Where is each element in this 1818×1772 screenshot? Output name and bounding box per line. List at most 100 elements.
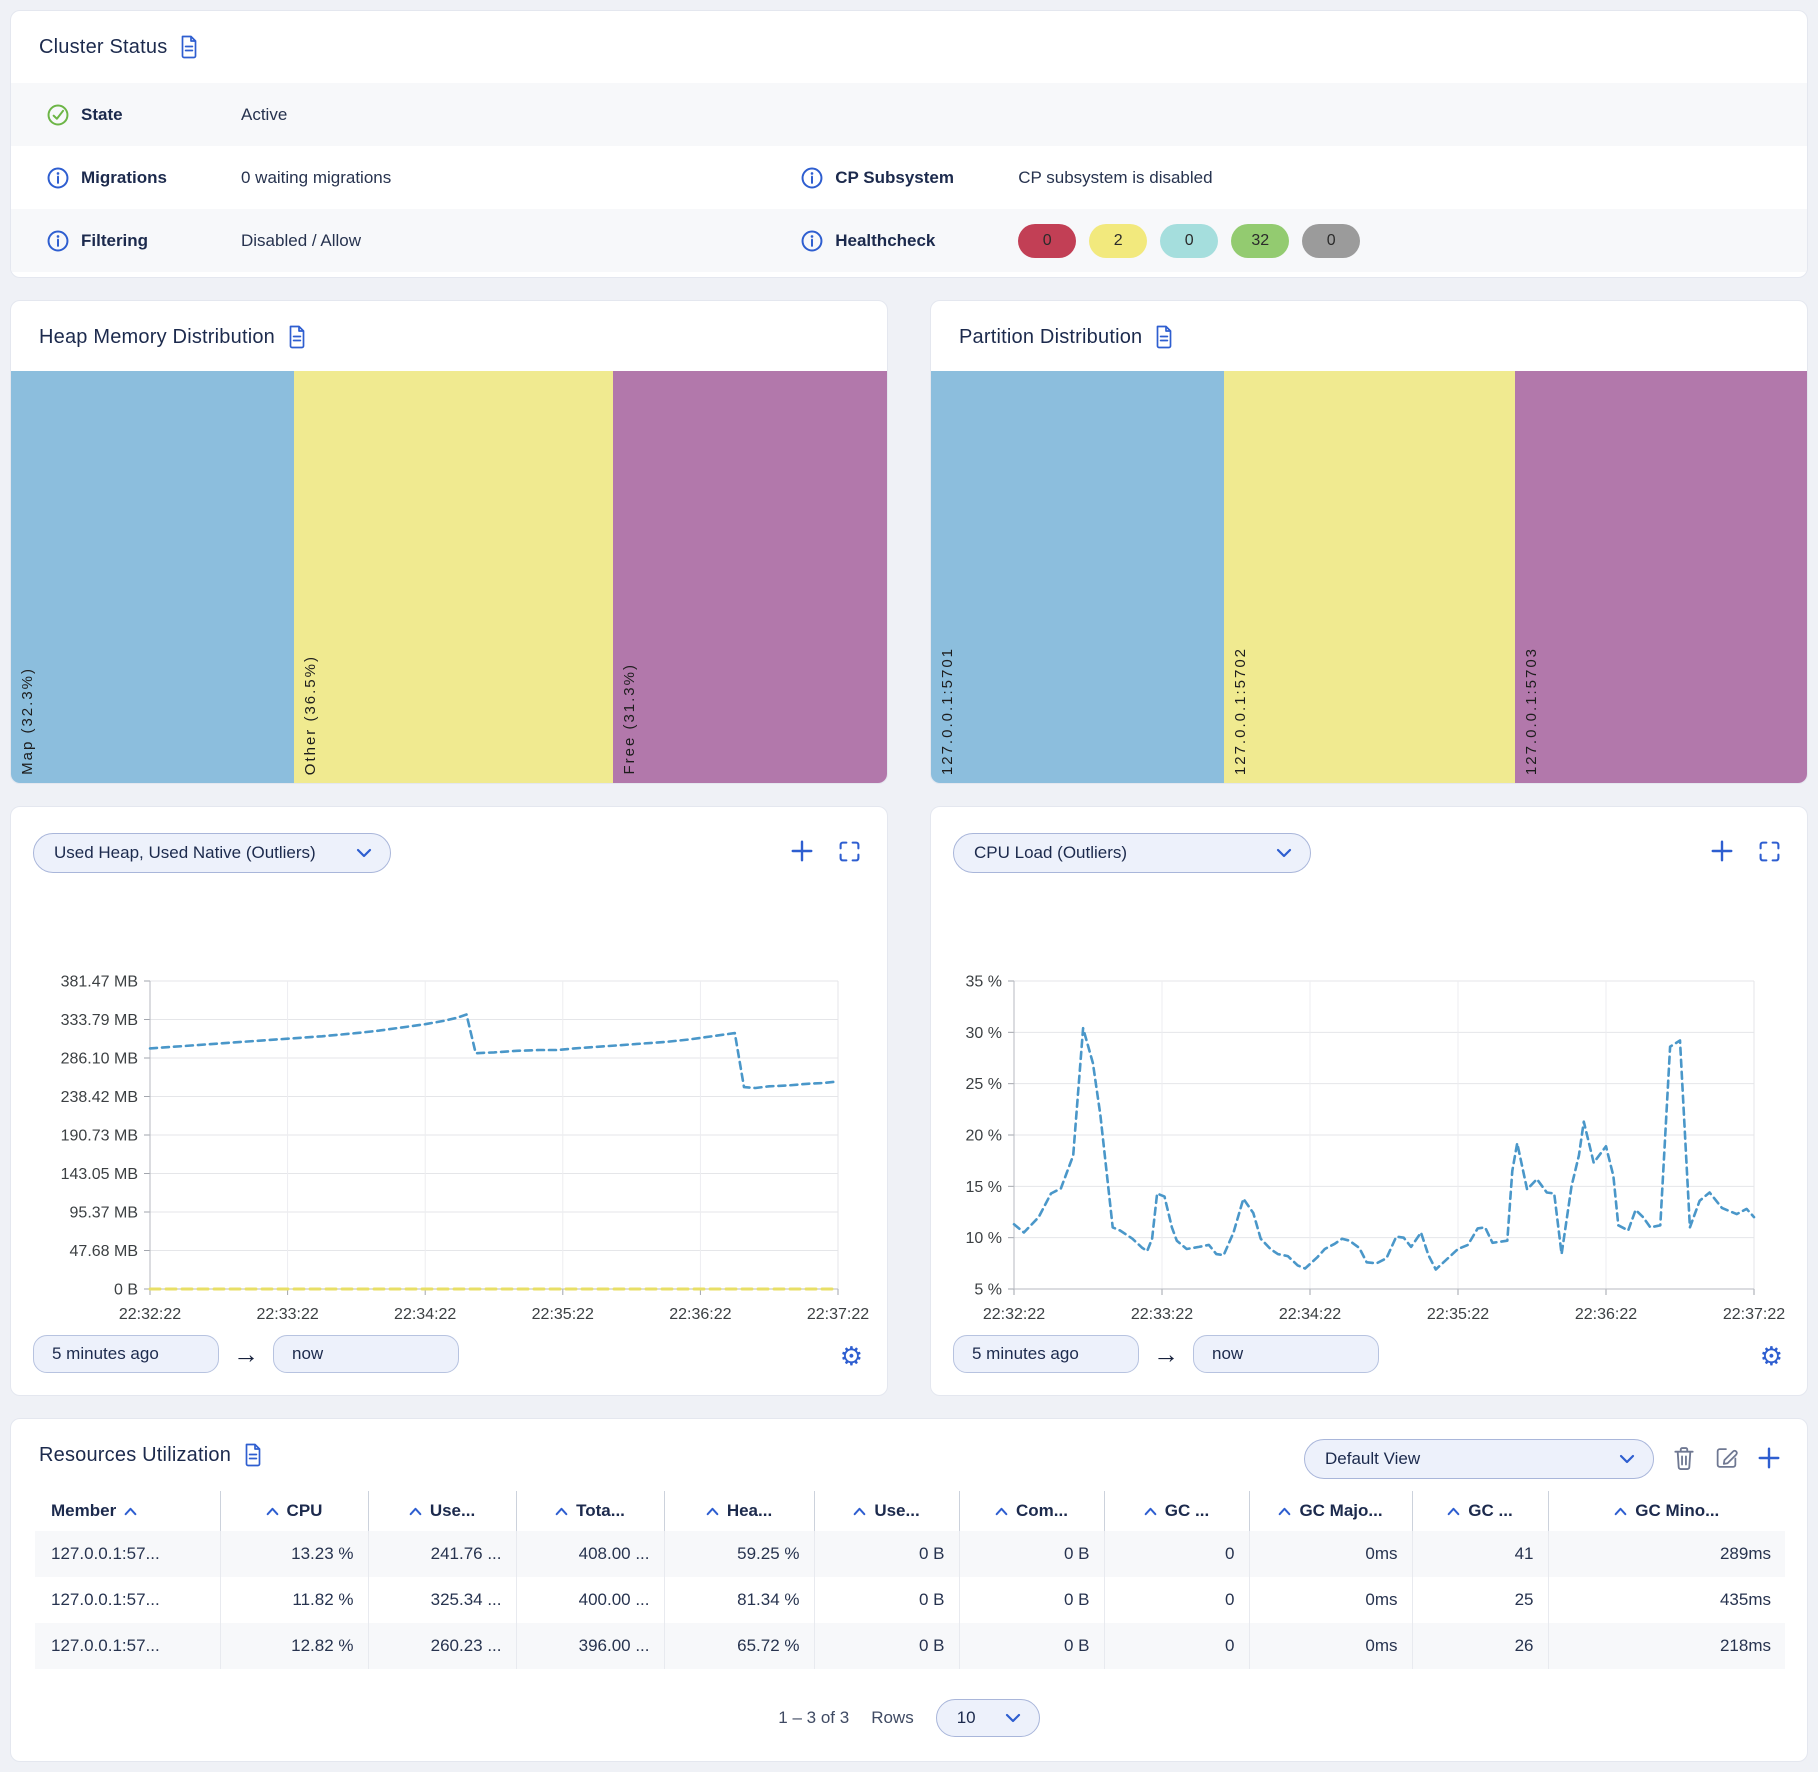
sort-caret-icon [706,1501,719,1521]
partition-distribution-panel: Partition Distribution 127.0.0.1:5701 127… [930,300,1808,784]
time-to-input[interactable]: now [273,1335,459,1373]
segment-label: 127.0.0.1:5701 [939,647,956,775]
svg-text:30 %: 30 % [966,1025,1002,1042]
arrow-right-icon: → [1153,1341,1179,1367]
healthcheck-badge[interactable]: 0 [1018,224,1076,258]
column-header[interactable]: Com... [959,1491,1104,1531]
column-label: Com... [1016,1501,1068,1521]
healthcheck-badge[interactable]: 2 [1089,224,1147,258]
column-header[interactable]: GC ... [1104,1491,1249,1531]
column-header[interactable]: Use... [368,1491,516,1531]
value-cell: 289ms [1548,1531,1785,1577]
status-group-right: Healthcheck020320 [801,224,1807,258]
healthcheck-badge[interactable]: 0 [1160,224,1218,258]
time-from-input[interactable]: 5 minutes ago [953,1335,1139,1373]
value-cell: 0 B [814,1623,959,1669]
value-cell: 0 B [959,1623,1104,1669]
bar-segment[interactable]: 127.0.0.1:5702 [1224,371,1516,783]
value-cell: 400.00 ... [516,1577,664,1623]
column-label: GC ... [1468,1501,1512,1521]
add-chart-button[interactable] [790,839,814,866]
document-icon[interactable] [243,1443,263,1467]
column-label: CPU [287,1501,323,1521]
column-header[interactable]: Tota... [516,1491,664,1531]
column-header[interactable]: CPU [220,1491,368,1531]
sort-caret-icon [1144,1501,1157,1521]
value-cell: 260.23 ... [368,1623,516,1669]
column-label: GC Majo... [1299,1501,1382,1521]
healthcheck-badges: 020320 [1018,224,1360,258]
column-header[interactable]: Hea... [664,1491,814,1531]
sort-caret-icon [266,1501,279,1521]
document-icon[interactable] [179,35,199,59]
table-row[interactable]: 127.0.0.1:57...13.23 %241.76 ...408.00 .… [35,1531,1785,1577]
column-header[interactable]: Use... [814,1491,959,1531]
table-row[interactable]: 127.0.0.1:57...12.82 %260.23 ...396.00 .… [35,1623,1785,1669]
bar-segment[interactable]: Other (36.5%) [294,371,613,783]
svg-text:22:34:22: 22:34:22 [394,1306,456,1323]
svg-text:5 %: 5 % [974,1282,1002,1299]
sort-caret-icon [124,1501,137,1521]
bar-segment[interactable]: 127.0.0.1:5701 [931,371,1224,783]
value-cell: 218ms [1548,1623,1785,1669]
svg-text:22:36:22: 22:36:22 [1575,1306,1637,1323]
value-cell: 41 [1412,1531,1548,1577]
value-cell: 0 B [959,1577,1104,1623]
segment-label: Map (32.3%) [19,667,36,775]
fullscreen-button[interactable] [1758,840,1781,866]
delete-view-button[interactable] [1672,1445,1696,1474]
column-header[interactable]: Member [35,1491,220,1531]
column-label: GC Mino... [1635,1501,1719,1521]
info-icon [801,230,835,252]
status-group-right: CP SubsystemCP subsystem is disabled [801,167,1807,189]
check-circle-icon [47,104,81,126]
bar-segment[interactable]: Map (32.3%) [11,371,294,783]
segment-label: Other (36.5%) [302,655,319,775]
rows-per-page-select[interactable]: 10 [936,1699,1040,1737]
column-header[interactable]: GC Majo... [1249,1491,1412,1531]
document-icon[interactable] [1154,325,1174,349]
time-to-input[interactable]: now [1193,1335,1379,1373]
healthcheck-badge[interactable]: 32 [1231,224,1289,258]
status-label: State [81,105,241,125]
plus-icon [790,839,814,866]
add-chart-button[interactable] [1710,839,1734,866]
value-cell: 0 [1104,1531,1249,1577]
column-label: GC ... [1165,1501,1209,1521]
column-header[interactable]: GC ... [1412,1491,1548,1531]
sort-caret-icon [1614,1501,1627,1521]
status-value: 0 waiting migrations [241,168,391,188]
chevron-down-icon [356,843,372,863]
time-from-input[interactable]: 5 minutes ago [33,1335,219,1373]
bar-segment[interactable]: Free (31.3%) [613,371,887,783]
chevron-down-icon [1005,1708,1021,1728]
panel-title: Partition Distribution [959,326,1142,349]
add-view-button[interactable] [1757,1446,1781,1473]
fullscreen-button[interactable] [838,840,861,866]
rows-per-page-value: 10 [957,1708,976,1728]
metric-select[interactable]: Used Heap, Used Native (Outliers) [33,833,391,873]
metric-select-value: CPU Load (Outliers) [974,843,1127,863]
status-group-left: StateActive [11,104,801,126]
document-icon[interactable] [287,325,307,349]
svg-text:22:32:22: 22:32:22 [119,1306,181,1323]
column-header[interactable]: GC Mino... [1548,1491,1785,1531]
chart-settings-button[interactable]: ⚙ [840,1343,863,1369]
info-icon [47,230,81,252]
status-label: Healthcheck [835,231,1018,251]
svg-text:190.73 MB: 190.73 MB [61,1128,138,1145]
table-row[interactable]: 127.0.0.1:57...11.82 %325.34 ...400.00 .… [35,1577,1785,1623]
status-value: CP subsystem is disabled [1018,168,1212,188]
metric-select[interactable]: CPU Load (Outliers) [953,833,1311,873]
svg-text:333.79 MB: 333.79 MB [61,1012,138,1029]
value-cell: 396.00 ... [516,1623,664,1669]
healthcheck-badge[interactable]: 0 [1302,224,1360,258]
chart-settings-button[interactable]: ⚙ [1760,1343,1783,1369]
view-select[interactable]: Default View [1304,1439,1654,1479]
value-cell: 0 [1104,1577,1249,1623]
value-cell: 435ms [1548,1577,1785,1623]
svg-text:238.42 MB: 238.42 MB [61,1089,138,1106]
edit-view-button[interactable] [1714,1445,1739,1473]
bar-segment[interactable]: 127.0.0.1:5703 [1515,371,1807,783]
value-cell: 59.25 % [664,1531,814,1577]
